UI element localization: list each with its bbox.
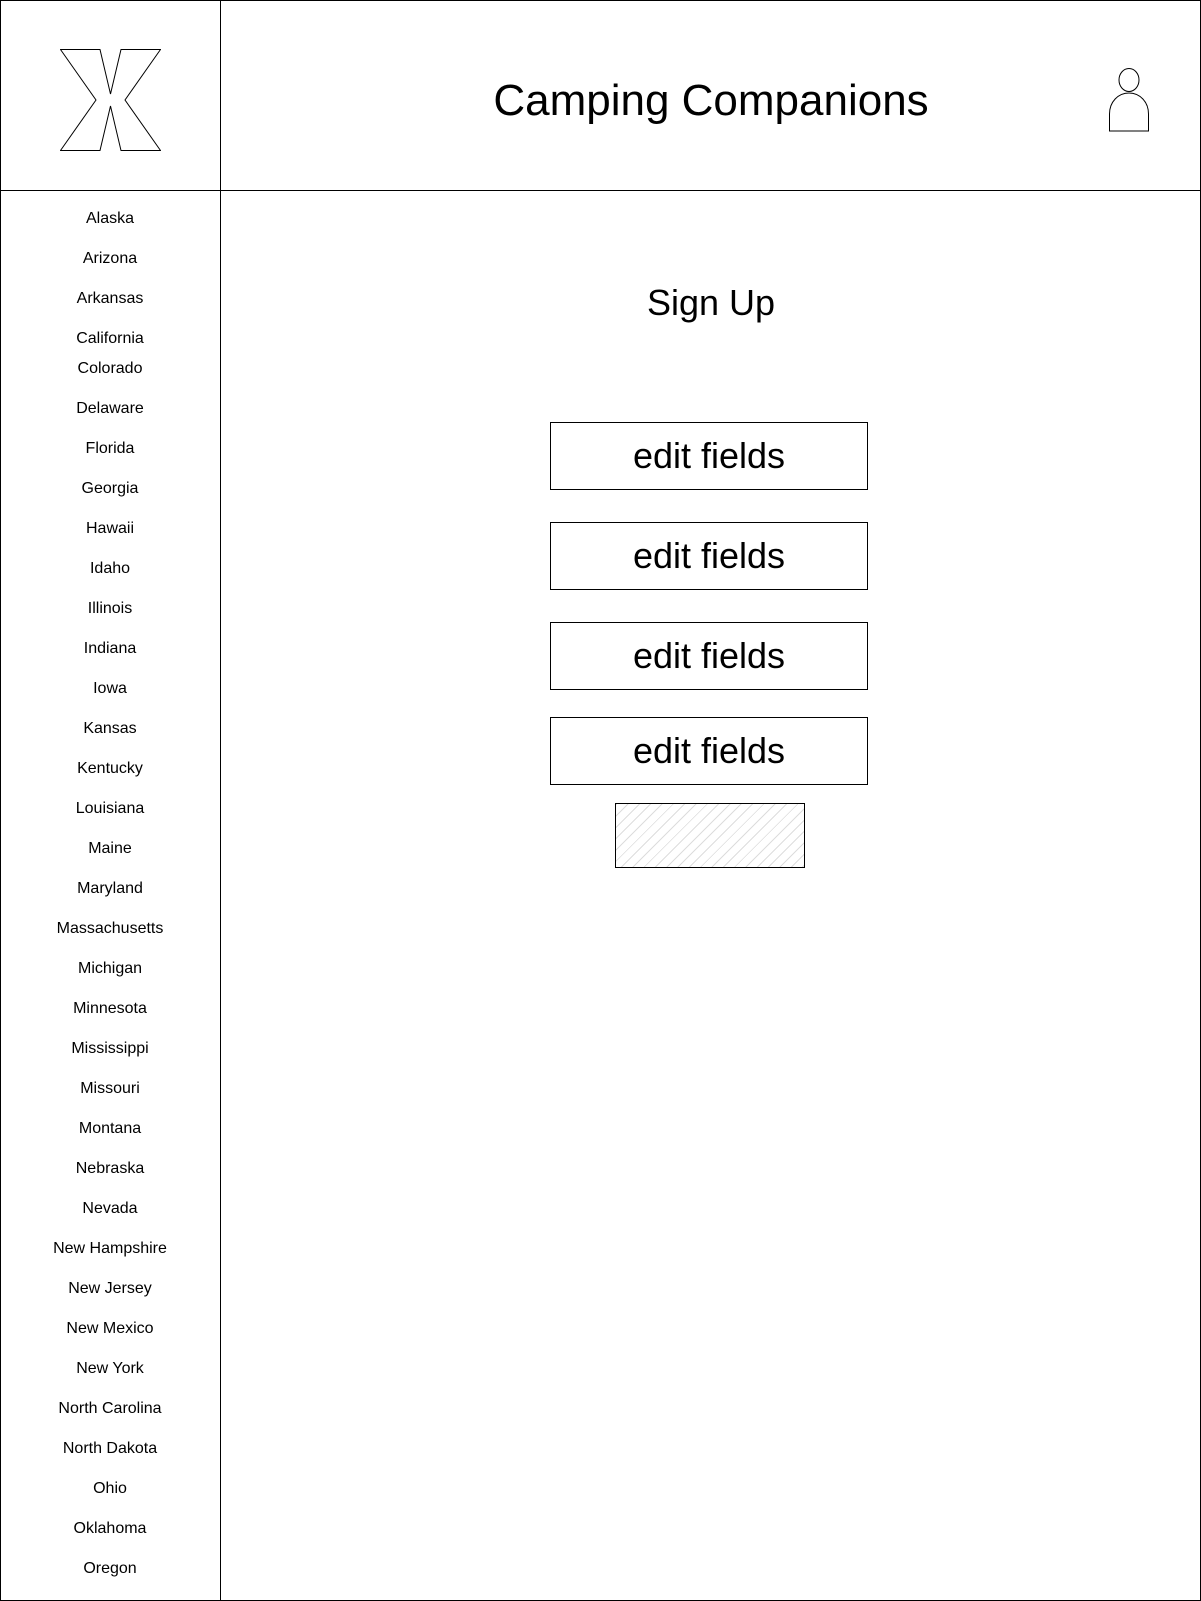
sidebar-item-new-york[interactable]: New York — [0, 1359, 220, 1379]
sidebar-item-oklahoma[interactable]: Oklahoma — [0, 1519, 220, 1539]
sidebar-item-ohio[interactable]: Ohio — [0, 1479, 220, 1499]
sidebar-item-illinois[interactable]: Illinois — [0, 599, 220, 619]
sidebar-item-north-carolina[interactable]: North Carolina — [0, 1399, 220, 1419]
sidebar-item-kentucky[interactable]: Kentucky — [0, 759, 220, 779]
sidebar-item-montana[interactable]: Montana — [0, 1119, 220, 1139]
sidebar-item-minnesota[interactable]: Minnesota — [0, 999, 220, 1019]
sidebar-item-alaska[interactable]: Alaska — [0, 209, 220, 229]
sidebar-item-kansas[interactable]: Kansas — [0, 719, 220, 739]
sidebar-item-missouri[interactable]: Missouri — [0, 1079, 220, 1099]
sidebar-item-louisiana[interactable]: Louisiana — [0, 799, 220, 819]
sidebar-item-new-jersey[interactable]: New Jersey — [0, 1279, 220, 1299]
x-logo-icon[interactable] — [60, 49, 161, 151]
sidebar-item-oregon[interactable]: Oregon — [0, 1559, 220, 1579]
sidebar-item-indiana[interactable]: Indiana — [0, 639, 220, 659]
sidebar-item-arizona[interactable]: Arizona — [0, 249, 220, 269]
submit-button[interactable] — [615, 803, 805, 868]
edit-field-3[interactable]: edit fields — [550, 622, 868, 690]
sidebar-item-nebraska[interactable]: Nebraska — [0, 1159, 220, 1179]
sidebar-item-iowa[interactable]: Iowa — [0, 679, 220, 699]
user-avatar-icon[interactable] — [1108, 68, 1152, 132]
edit-field-1[interactable]: edit fields — [550, 422, 868, 490]
sidebar-item-hawaii[interactable]: Hawaii — [0, 519, 220, 539]
sidebar-item-north-dakota[interactable]: North Dakota — [0, 1439, 220, 1459]
sidebar-item-california[interactable]: California — [0, 329, 220, 349]
sidebar-item-massachusetts[interactable]: Massachusetts — [0, 919, 220, 939]
sidebar-item-mississippi[interactable]: Mississippi — [0, 1039, 220, 1059]
sidebar-item-georgia[interactable]: Georgia — [0, 479, 220, 499]
edit-field-4[interactable]: edit fields — [550, 717, 868, 785]
sidebar-item-colorado[interactable]: Colorado — [0, 359, 220, 379]
page-title: Sign Up — [646, 282, 776, 323]
header-divider — [0, 190, 1201, 191]
sidebar-item-maine[interactable]: Maine — [0, 839, 220, 859]
sidebar-item-delaware[interactable]: Delaware — [0, 399, 220, 419]
sidebar-divider — [220, 0, 221, 1601]
sidebar-item-nevada[interactable]: Nevada — [0, 1199, 220, 1219]
sidebar-item-new-mexico[interactable]: New Mexico — [0, 1319, 220, 1339]
sidebar-item-new-hampshire[interactable]: New Hampshire — [0, 1239, 220, 1259]
sidebar-item-michigan[interactable]: Michigan — [0, 959, 220, 979]
app-title: Camping Companions — [493, 76, 929, 125]
edit-field-2[interactable]: edit fields — [550, 522, 868, 590]
sidebar-item-idaho[interactable]: Idaho — [0, 559, 220, 579]
sidebar-item-arkansas[interactable]: Arkansas — [0, 289, 220, 309]
sidebar-item-maryland[interactable]: Maryland — [0, 879, 220, 899]
sidebar-item-florida[interactable]: Florida — [0, 439, 220, 459]
